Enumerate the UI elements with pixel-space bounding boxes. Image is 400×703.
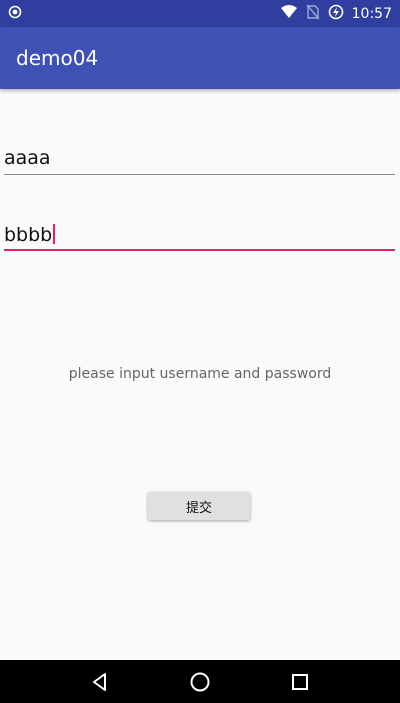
wifi-icon [280, 4, 298, 23]
text-cursor [53, 224, 56, 244]
username-value: aaaa [4, 147, 51, 169]
password-field[interactable]: bbbb [4, 223, 395, 251]
notification-dot-icon [8, 4, 22, 23]
username-underline [4, 174, 395, 175]
no-sim-icon [306, 4, 320, 24]
status-bar: 10:57 [0, 0, 400, 27]
submit-button[interactable]: 提交 [148, 492, 250, 520]
navigation-bar [0, 660, 400, 703]
recents-icon[interactable] [280, 662, 320, 702]
app-title: demo04 [16, 46, 99, 70]
password-underline [4, 249, 395, 251]
home-icon[interactable] [180, 662, 220, 702]
app-bar: demo04 [0, 27, 400, 89]
back-icon[interactable] [80, 662, 120, 702]
battery-saver-icon [328, 4, 344, 24]
status-time: 10:57 [351, 5, 392, 22]
username-field[interactable]: aaaa [4, 146, 395, 175]
hint-text: please input username and password [68, 366, 332, 382]
password-value: bbbb [4, 224, 53, 246]
